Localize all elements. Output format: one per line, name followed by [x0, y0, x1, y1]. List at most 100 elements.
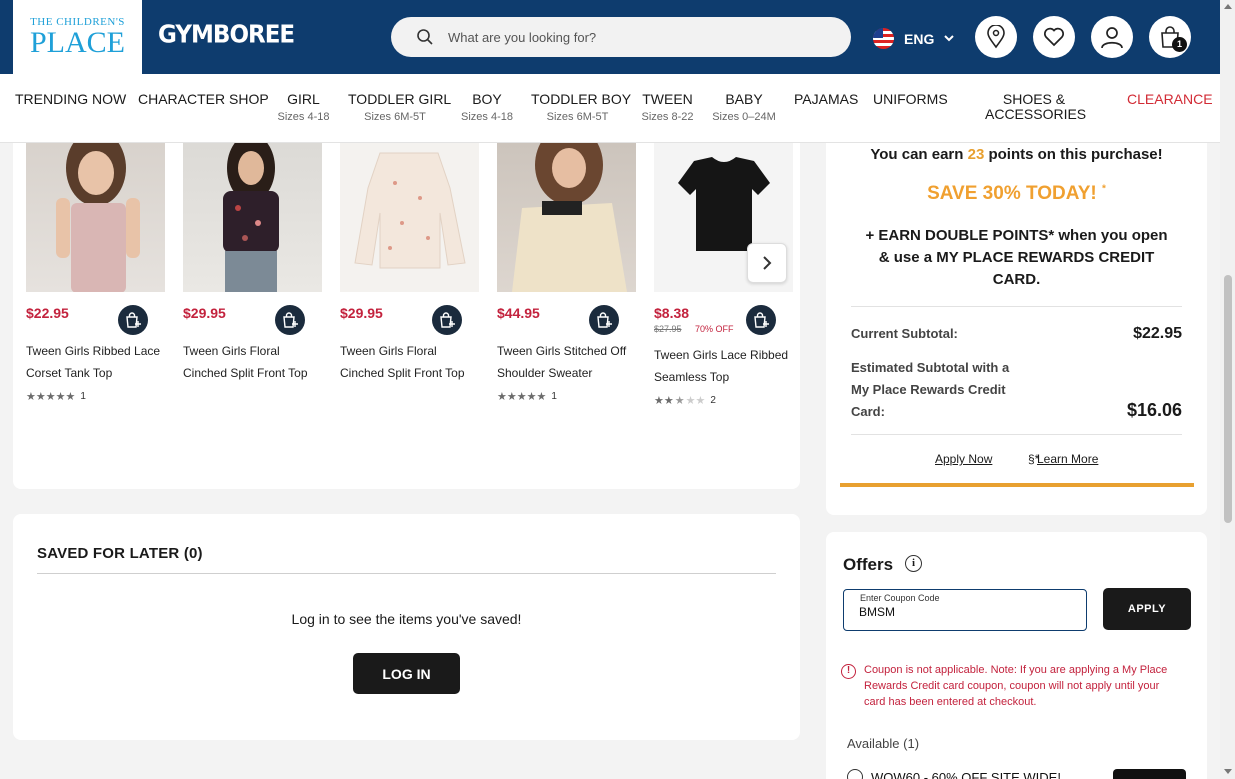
- divider: [37, 573, 776, 574]
- estimated-subtotal-label: Estimated Subtotal with a My Place Reward…: [851, 360, 1010, 419]
- scrollbar-thumb[interactable]: [1224, 275, 1232, 523]
- nav-girl[interactable]: GIRL Sizes 4-18: [276, 92, 331, 124]
- product-price: $22.95: [26, 305, 69, 321]
- add-to-bag-button[interactable]: [275, 305, 305, 335]
- nav-shoes-accessories[interactable]: SHOES & ACCESSORIES: [985, 92, 1086, 122]
- divider: [851, 434, 1182, 435]
- recommendations-carousel: $22.95 Tween Girls Ribbed Lace Corset Tan…: [13, 143, 800, 489]
- add-to-bag-icon: [126, 312, 141, 328]
- offer-radio[interactable]: [847, 769, 863, 779]
- scroll-down-arrow[interactable]: [1224, 769, 1232, 774]
- info-icon[interactable]: i: [905, 555, 922, 572]
- main-navigation: TRENDING NOW CHARACTER SHOP GIRL Sizes 4-…: [0, 74, 1220, 143]
- site-header: THE CHILDREN'S PLACE GYMBOREE ENG 1: [0, 0, 1220, 74]
- rewards-accent-bar: [840, 483, 1194, 487]
- available-offers-label: Available (1): [847, 736, 920, 751]
- carousel-next-button[interactable]: [747, 243, 787, 283]
- add-to-bag-icon: [440, 312, 455, 328]
- search-bar[interactable]: [391, 17, 851, 57]
- product-image[interactable]: [340, 143, 479, 292]
- double-points-text: + EARN DOUBLE POINTS* when you open & use…: [865, 227, 1168, 288]
- learn-more-link[interactable]: Learn More: [1037, 452, 1098, 466]
- language-label: ENG: [904, 30, 935, 47]
- gymboree-logo[interactable]: GYMBOREE: [158, 21, 295, 50]
- heart-icon: [1044, 27, 1064, 47]
- product-image[interactable]: [183, 143, 322, 292]
- offers-section: Offers i Enter Coupon Code APPLY ! Coupo…: [826, 532, 1207, 779]
- product-rating: ★★ ★ ★★ 2: [654, 395, 716, 407]
- product-image[interactable]: [26, 143, 165, 292]
- saved-login-message: Log in to see the items you've saved!: [291, 611, 522, 627]
- wishlist-button[interactable]: [1033, 16, 1075, 58]
- product-price: $29.95: [340, 305, 383, 321]
- nav-clearance[interactable]: CLEARANCE: [1127, 92, 1213, 107]
- current-subtotal-value: $22.95: [1133, 325, 1182, 342]
- nav-pajamas[interactable]: PAJAMAS: [794, 92, 858, 107]
- add-to-bag-icon: [754, 312, 769, 328]
- page-scrollbar[interactable]: [1220, 0, 1235, 779]
- product-original-price: $27.95: [654, 324, 682, 334]
- coupon-code-input[interactable]: [859, 605, 1069, 619]
- cart-count-badge: 1: [1172, 37, 1187, 52]
- search-input[interactable]: [448, 29, 828, 45]
- estimated-subtotal-value: $16.06: [1126, 400, 1182, 420]
- product-price: $29.95: [183, 305, 226, 321]
- product-name[interactable]: Tween Girls Floral Cinched Split Front To…: [183, 340, 325, 384]
- add-to-bag-button[interactable]: [432, 305, 462, 335]
- add-to-bag-button[interactable]: [589, 305, 619, 335]
- language-selector[interactable]: ENG: [873, 28, 955, 49]
- product-discount-label: 70% OFF: [695, 324, 734, 334]
- chevron-right-icon: [763, 256, 772, 270]
- earn-points-text: You can earn 23 points on this purchase!: [870, 146, 1163, 163]
- nav-trending-now[interactable]: TRENDING NOW: [15, 92, 126, 107]
- add-to-bag-button[interactable]: [746, 305, 776, 335]
- nav-toddler-girl[interactable]: TODDLER GIRL Sizes 6M-5T: [348, 92, 451, 124]
- product-rating: ★★★★★ 1: [497, 391, 557, 403]
- nav-tween[interactable]: TWEEN Sizes 8-22: [640, 92, 695, 124]
- divider: [851, 306, 1182, 307]
- account-button[interactable]: [1091, 16, 1133, 58]
- log-in-button[interactable]: LOG IN: [353, 653, 460, 694]
- product-card[interactable]: $22.95 Tween Girls Ribbed Lace Corset Tan…: [26, 143, 165, 403]
- product-name[interactable]: Tween Girls Lace Ribbed Seamless Top: [654, 344, 796, 388]
- product-price: $8.38: [654, 305, 690, 321]
- add-to-bag-icon: [597, 312, 612, 328]
- product-card[interactable]: $44.95 Tween Girls Stitched Off Shoulder …: [497, 143, 636, 403]
- logo-big-text: PLACE: [29, 26, 125, 59]
- nav-boy[interactable]: BOY Sizes 4-18: [459, 92, 515, 124]
- offers-title: Offers: [843, 555, 894, 574]
- add-to-bag-button[interactable]: [118, 305, 148, 335]
- saved-for-later-section: SAVED FOR LATER (0) Log in to see the it…: [13, 514, 800, 740]
- product-name[interactable]: Tween Girls Ribbed Lace Corset Tank Top: [26, 340, 168, 384]
- product-card[interactable]: $29.95 Tween Girls Floral Cinched Split F…: [183, 143, 322, 380]
- childrens-place-logo[interactable]: THE CHILDREN'S PLACE: [13, 0, 142, 74]
- nav-baby[interactable]: BABY Sizes 0–24M: [711, 92, 777, 124]
- product-image[interactable]: [497, 143, 636, 292]
- nav-uniforms[interactable]: UNIFORMS: [873, 92, 948, 107]
- product-name[interactable]: Tween Girls Floral Cinched Split Front To…: [340, 340, 482, 384]
- search-icon: [417, 29, 433, 45]
- scroll-up-arrow[interactable]: [1224, 4, 1232, 9]
- store-locator-button[interactable]: [975, 16, 1017, 58]
- chevron-down-icon: [944, 35, 955, 42]
- cart-button[interactable]: 1: [1149, 16, 1191, 58]
- saved-for-later-title: SAVED FOR LATER (0): [37, 545, 203, 562]
- error-icon: !: [841, 664, 856, 679]
- nav-toddler-boy[interactable]: TODDLER BOY Sizes 6M-5T: [531, 92, 631, 124]
- product-price: $44.95: [497, 305, 540, 321]
- coupon-code-label: Enter Coupon Code: [860, 593, 940, 603]
- rewards-summary: You can earn 23 points on this purchase!…: [826, 143, 1207, 515]
- offer-apply-button[interactable]: [1113, 769, 1186, 779]
- coupon-code-field[interactable]: Enter Coupon Code: [843, 589, 1087, 631]
- offer-item[interactable]: WOW60 - 60% OFF SITE WIDE!: [847, 769, 1061, 779]
- current-subtotal-label: Current Subtotal:: [851, 326, 958, 341]
- nav-character-shop[interactable]: CHARACTER SHOP: [138, 92, 269, 107]
- apply-now-link[interactable]: Apply Now: [935, 452, 992, 466]
- product-rating: ★★★★★ 1: [26, 391, 86, 403]
- add-to-bag-icon: [283, 312, 298, 328]
- product-card[interactable]: $29.95 Tween Girls Floral Cinched Split F…: [340, 143, 479, 380]
- user-icon: [1101, 27, 1123, 49]
- coupon-error-message: ! Coupon is not applicable. Note: If you…: [841, 662, 1201, 710]
- product-name[interactable]: Tween Girls Stitched Off Shoulder Sweater: [497, 340, 639, 384]
- apply-coupon-button[interactable]: APPLY: [1103, 588, 1191, 630]
